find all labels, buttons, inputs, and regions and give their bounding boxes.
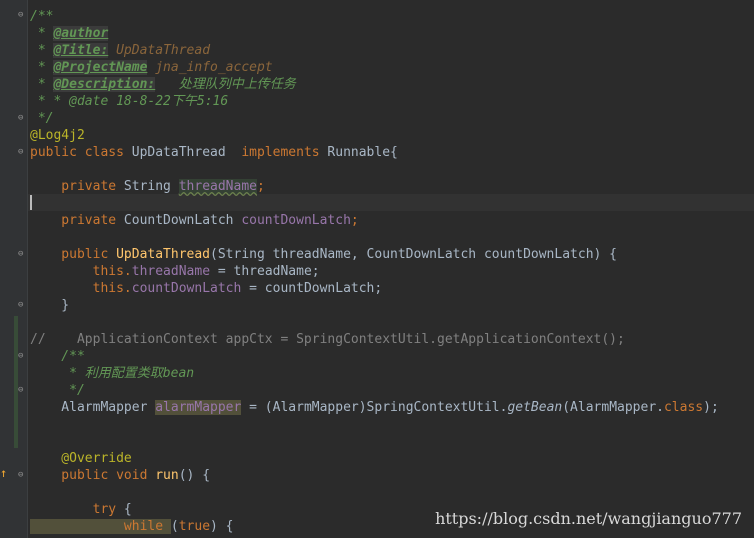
code-line: * @author [30,26,109,41]
fold-icon[interactable]: ⊖ [18,471,26,480]
fold-icon[interactable]: ⊖ [18,148,26,157]
code-line: @Override [30,451,132,466]
gutter-divider [27,0,28,538]
override-gutter-icon[interactable]: ↑ [0,467,7,479]
code-line: * 利用配置类取bean [30,366,195,381]
code-line: @Log4j2 [30,128,85,143]
code-line: public class UpDataThread implements Run… [30,145,398,160]
watermark-url: https://blog.csdn.net/wangjianguo777 [435,509,742,528]
code-line: public void run() { [30,468,211,483]
code-line: /** [30,9,54,24]
code-line: * * @date 18-8-22下午5:16 [30,94,229,109]
code-line: */ [30,383,85,398]
code-line: AlarmMapper alarmMapper = (AlarmMapper)S… [30,400,719,415]
code-line: * @ProjectName jna_info_accept [30,60,273,75]
fold-icon[interactable]: ⊖ [18,250,26,259]
code-line: } [30,298,70,313]
fold-icon[interactable]: ⊖ [18,301,26,310]
fold-icon[interactable]: ⊖ [18,352,26,361]
fold-icon[interactable]: ⊖ [18,114,26,123]
code-line: try { [30,502,132,517]
editor-gutter [0,0,28,538]
code-line: */ [30,111,54,126]
code-editor[interactable]: /** * @author * @Title: UpDataThread * @… [30,0,754,538]
code-line: // ApplicationContext appCtx = SpringCon… [30,332,625,347]
code-line: this.countDownLatch = countDownLatch; [30,281,383,296]
fold-icon[interactable]: ⊖ [18,11,26,20]
code-line: private CountDownLatch countDownLatch; [30,213,359,228]
code-line: private String threadName; [30,179,265,194]
code-line: this.threadName = threadName; [30,264,320,279]
fold-icon[interactable]: ⊖ [18,386,26,395]
code-line: /** [30,349,85,364]
code-line: * @Description: 处理队列中上传任务 [30,77,296,92]
code-line: * @Title: UpDataThread [30,43,211,58]
code-line: public UpDataThread(String threadName, C… [30,247,618,262]
vcs-change-marker[interactable] [14,316,18,448]
code-line: while (true) { [30,519,234,534]
